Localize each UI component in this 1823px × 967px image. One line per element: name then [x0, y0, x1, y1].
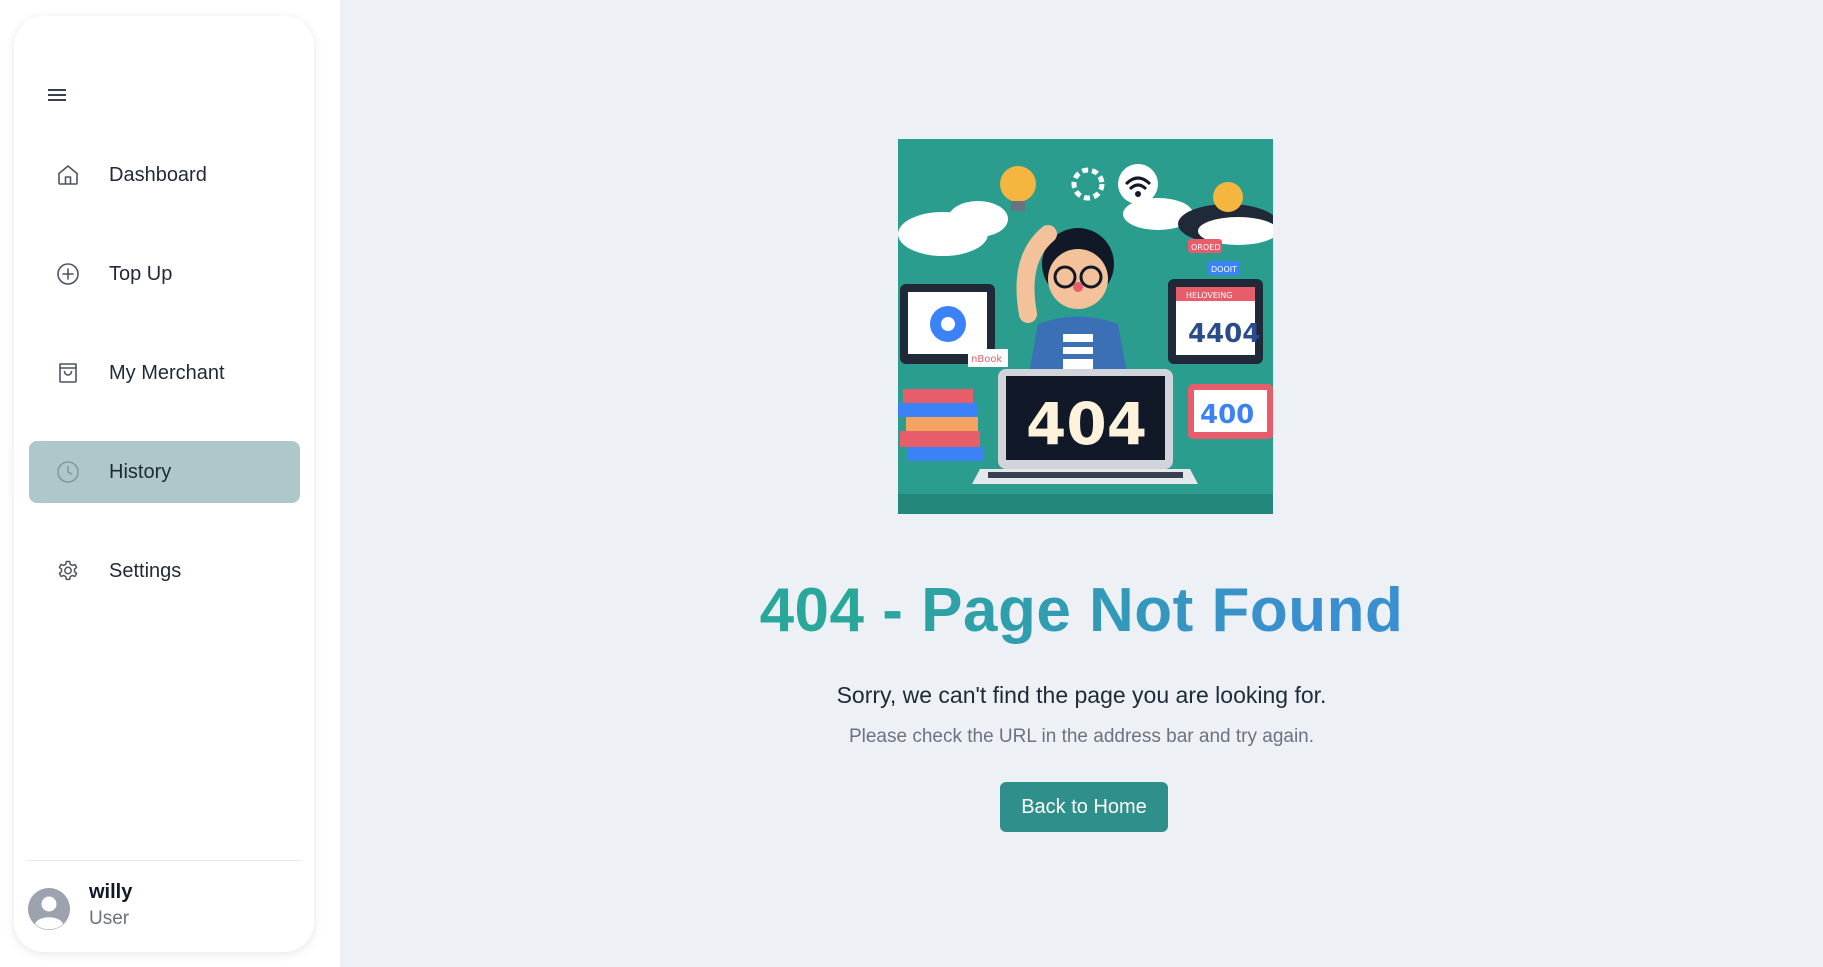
illustration-text: nBook [971, 354, 1002, 365]
illustration-text: HELOVEING [1186, 291, 1232, 300]
sidebar-item-dashboard[interactable]: Dashboard [29, 144, 300, 206]
clock-icon [56, 460, 80, 484]
user-profile[interactable]: willy User [28, 881, 288, 941]
gear-icon [56, 559, 80, 583]
sidebar-item-label: Dashboard [109, 164, 207, 186]
sidebar-item-label: History [109, 461, 172, 483]
home-icon [56, 163, 80, 187]
sidebar-area: Dashboard Top Up My Merchant History Set… [0, 0, 340, 967]
sidebar-divider [28, 860, 300, 861]
user-name: willy [89, 881, 133, 903]
page-title: 404 - Page Not Found [340, 575, 1823, 646]
user-avatar-icon [28, 888, 70, 930]
app: Dashboard Top Up My Merchant History Set… [0, 0, 1823, 967]
plus-circle-icon [56, 262, 80, 286]
sidebar-item-my-merchant[interactable]: My Merchant [29, 342, 300, 404]
sidebar-item-label: Settings [109, 560, 182, 582]
illustration-text: 4404 [1188, 319, 1260, 349]
hamburger-menu-icon[interactable] [44, 82, 70, 108]
404-illustration: HELOVEING 4404 400 OROED DOOIT nBook 404 [898, 139, 1273, 514]
sidebar-item-settings[interactable]: Settings [29, 540, 300, 602]
user-role: User [89, 908, 130, 929]
shopping-bag-icon [56, 361, 80, 385]
sidebar-item-label: Top Up [109, 263, 173, 285]
back-to-home-button[interactable]: Back to Home [1000, 782, 1168, 832]
sidebar-item-top-up[interactable]: Top Up [29, 243, 300, 305]
error-message: Sorry, we can't find the page you are lo… [836, 682, 1327, 708]
sidebar: Dashboard Top Up My Merchant History Set… [14, 16, 314, 952]
illustration-text: OROED [1191, 243, 1220, 252]
sidebar-item-history[interactable]: History [29, 441, 300, 503]
sidebar-item-label: My Merchant [109, 362, 225, 384]
error-hint: Please check the URL in the address bar … [848, 726, 1315, 747]
illustration-text: 400 [1200, 400, 1254, 430]
main-content: HELOVEING 4404 400 OROED DOOIT nBook 404 [340, 0, 1823, 967]
illustration-text: 404 [1026, 390, 1147, 458]
illustration-text: DOOIT [1211, 265, 1237, 274]
